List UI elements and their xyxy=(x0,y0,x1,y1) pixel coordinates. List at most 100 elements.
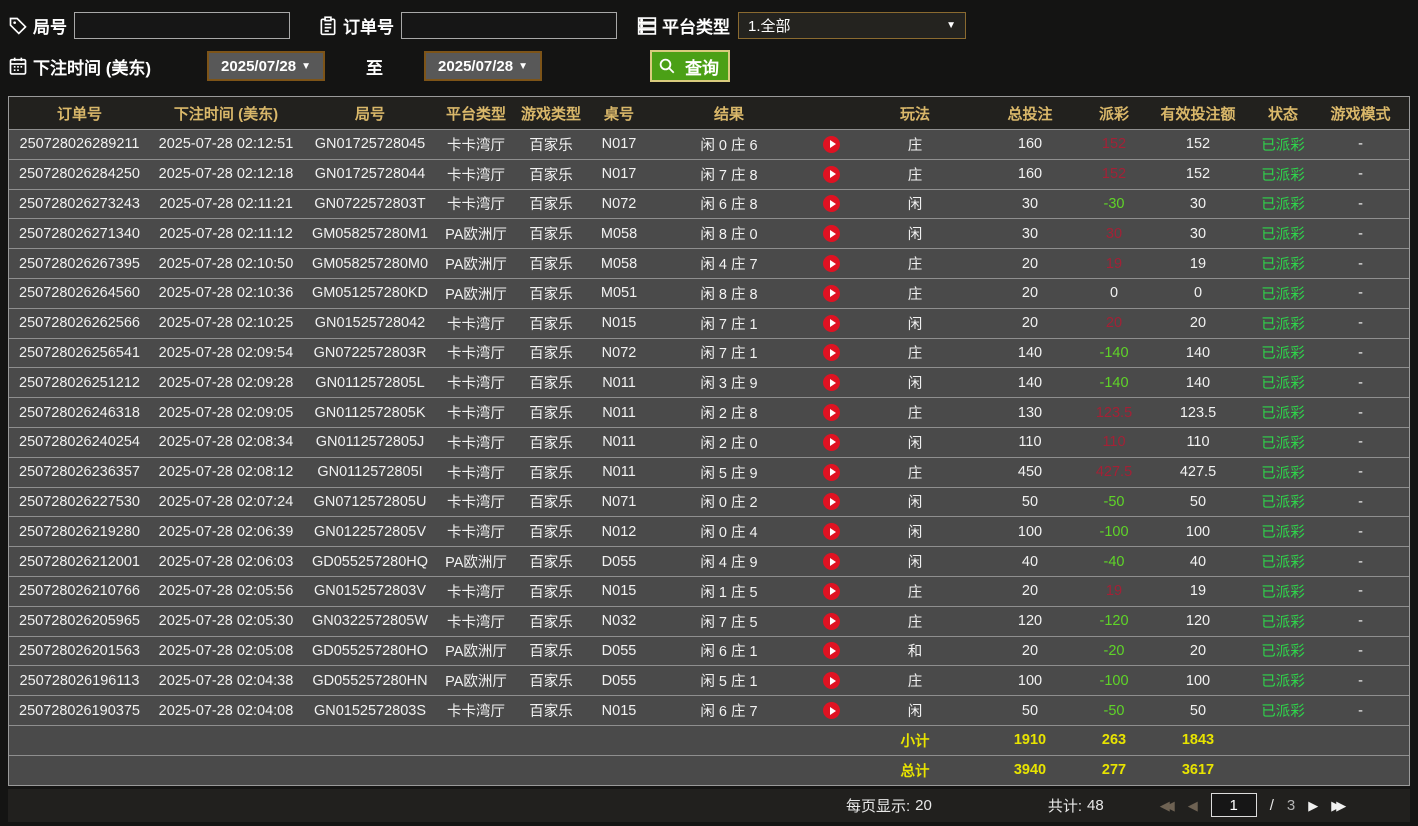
cell-result-play-wrap xyxy=(808,314,855,332)
replay-video-button[interactable] xyxy=(823,612,840,630)
replay-video-button[interactable] xyxy=(823,553,840,571)
table-row: 250728026219280 2025-07-28 02:06:39 GN0122… xyxy=(9,516,1409,547)
replay-video-button[interactable] xyxy=(823,493,840,511)
cell-result: 闲 4 庄 9 xyxy=(650,547,855,576)
cell-round-number: GN0112572805L xyxy=(315,374,425,391)
cell-result: 闲 0 庄 4 xyxy=(650,517,855,546)
cell-order-number: 250728026205965 xyxy=(19,613,140,630)
order-number-label: 订单号 xyxy=(343,18,394,37)
calendar-icon xyxy=(8,56,28,76)
cell-valid-bet: 152 xyxy=(1185,136,1211,153)
first-page-icon[interactable] xyxy=(1160,799,1175,812)
cell-platform-type: 卡卡湾厅 xyxy=(447,614,505,631)
cell-payout: -100 xyxy=(1099,523,1129,540)
next-page-icon[interactable] xyxy=(1308,799,1318,812)
cell-total-bet: 120 xyxy=(1017,613,1043,630)
cell-play-type: 闲 xyxy=(907,376,923,393)
bet-records-table: 订单号 下注时间 (美东) 局号 平台类型 游戏类型 桌号 结果 玩法 总投注 派彩 有效投注额 状态… xyxy=(8,96,1410,786)
replay-video-button[interactable] xyxy=(823,374,840,392)
cell-status: 已派彩 xyxy=(1261,257,1305,274)
replay-video-button[interactable] xyxy=(823,344,840,362)
replay-video-button[interactable] xyxy=(823,523,840,541)
platform-type-select[interactable]: 1.全部 ▼ xyxy=(738,12,966,39)
order-number-input[interactable] xyxy=(401,12,617,39)
cell-order-number: 250728026196113 xyxy=(19,672,140,689)
cell-game-mode: - xyxy=(1358,642,1363,659)
replay-video-button[interactable] xyxy=(823,195,840,213)
cell-round-number: GN0152572803V xyxy=(313,583,427,600)
cell-bet-time: 2025-07-28 02:09:05 xyxy=(158,404,294,421)
cell-platform-type: PA欧洲厅 xyxy=(445,674,507,691)
cell-payout: -50 xyxy=(1103,702,1125,719)
cell-result: 闲 2 庄 8 xyxy=(650,398,855,427)
cell-result: 闲 7 庄 8 xyxy=(650,160,855,189)
cell-round-number: GM058257280M1 xyxy=(311,225,429,242)
platform-type-label: 平台类型 xyxy=(662,18,730,37)
replay-video-button[interactable] xyxy=(823,672,840,690)
cell-table-number: M058 xyxy=(600,255,638,272)
date-from-value: 2025/07/28 xyxy=(221,57,297,75)
cell-result-text: 闲 6 庄 8 xyxy=(700,197,758,214)
chevron-down-icon: ▼ xyxy=(301,60,312,72)
replay-video-button[interactable] xyxy=(823,463,840,481)
search-button[interactable]: 查询 xyxy=(650,50,731,82)
cell-valid-bet: 100 xyxy=(1185,672,1211,689)
cell-payout: 123.5 xyxy=(1095,404,1133,421)
cell-total-bet: 40 xyxy=(1021,553,1039,570)
cell-table-number: N015 xyxy=(601,583,637,600)
date-to-picker[interactable]: 2025/07/28 ▼ xyxy=(424,51,543,81)
cell-result-play-wrap xyxy=(808,135,855,153)
cell-play-type: 庄 xyxy=(907,257,923,274)
last-page-icon[interactable] xyxy=(1331,799,1346,812)
header-col-order: 订单号 xyxy=(56,105,102,123)
cell-result-play-wrap xyxy=(808,344,855,362)
replay-video-button[interactable] xyxy=(823,433,840,451)
cell-result: 闲 8 庄 0 xyxy=(650,219,855,248)
prev-page-icon[interactable] xyxy=(1188,799,1198,812)
cell-round-number: GN0712572805U xyxy=(313,493,427,510)
search-icon xyxy=(658,57,676,75)
chevron-down-icon: ▼ xyxy=(518,60,529,72)
replay-video-button[interactable] xyxy=(823,255,840,273)
cell-table-number: N015 xyxy=(601,315,637,332)
cell-status: 已派彩 xyxy=(1261,614,1305,631)
header-col-payout: 派彩 xyxy=(1098,105,1129,123)
cell-play-type: 和 xyxy=(907,644,923,661)
replay-video-button[interactable] xyxy=(823,314,840,332)
cell-status: 已派彩 xyxy=(1261,584,1305,601)
cell-bet-time: 2025-07-28 02:05:56 xyxy=(158,583,294,600)
cell-payout: -20 xyxy=(1103,642,1125,659)
table-row: 250728026205965 2025-07-28 02:05:30 GN0322… xyxy=(9,605,1409,636)
cell-status: 已派彩 xyxy=(1261,644,1305,661)
replay-video-button[interactable] xyxy=(823,135,840,153)
cell-status: 已派彩 xyxy=(1261,495,1305,512)
cell-result-text: 闲 8 庄 8 xyxy=(700,286,758,303)
cell-payout: -120 xyxy=(1099,613,1129,630)
table-header-row: 订单号 下注时间 (美东) 局号 平台类型 游戏类型 桌号 结果 玩法 总投注 派彩 有效投注额 状态… xyxy=(9,97,1409,129)
replay-video-button[interactable] xyxy=(823,642,840,660)
cell-play-type: 庄 xyxy=(907,286,923,303)
replay-video-button[interactable] xyxy=(823,404,840,422)
round-number-label: 局号 xyxy=(33,18,67,37)
replay-video-button[interactable] xyxy=(823,702,840,720)
date-from-picker[interactable]: 2025/07/28 ▼ xyxy=(207,51,326,81)
cell-game-mode: - xyxy=(1358,374,1363,391)
cell-round-number: GN01725728045 xyxy=(314,136,426,153)
cell-result: 闲 6 庄 7 xyxy=(650,696,855,725)
replay-video-button[interactable] xyxy=(823,225,840,243)
replay-video-button[interactable] xyxy=(823,284,840,302)
replay-video-button[interactable] xyxy=(823,165,840,183)
cell-result-text: 闲 8 庄 0 xyxy=(700,227,758,244)
cell-platform-type: 卡卡湾厅 xyxy=(447,167,505,184)
cell-total-bet: 100 xyxy=(1017,672,1043,689)
cell-game-mode: - xyxy=(1358,672,1363,689)
replay-video-button[interactable] xyxy=(823,582,840,600)
cell-game-type: 百家乐 xyxy=(529,376,573,393)
page-number-input[interactable] xyxy=(1210,793,1257,818)
cell-play-type: 庄 xyxy=(907,406,923,423)
cell-payout: -140 xyxy=(1099,374,1129,391)
platform-type-selected-value: 1.全部 xyxy=(748,18,791,35)
round-number-input[interactable] xyxy=(74,12,290,39)
cell-total-bet: 20 xyxy=(1021,255,1039,272)
cell-result: 闲 1 庄 5 xyxy=(650,577,855,606)
